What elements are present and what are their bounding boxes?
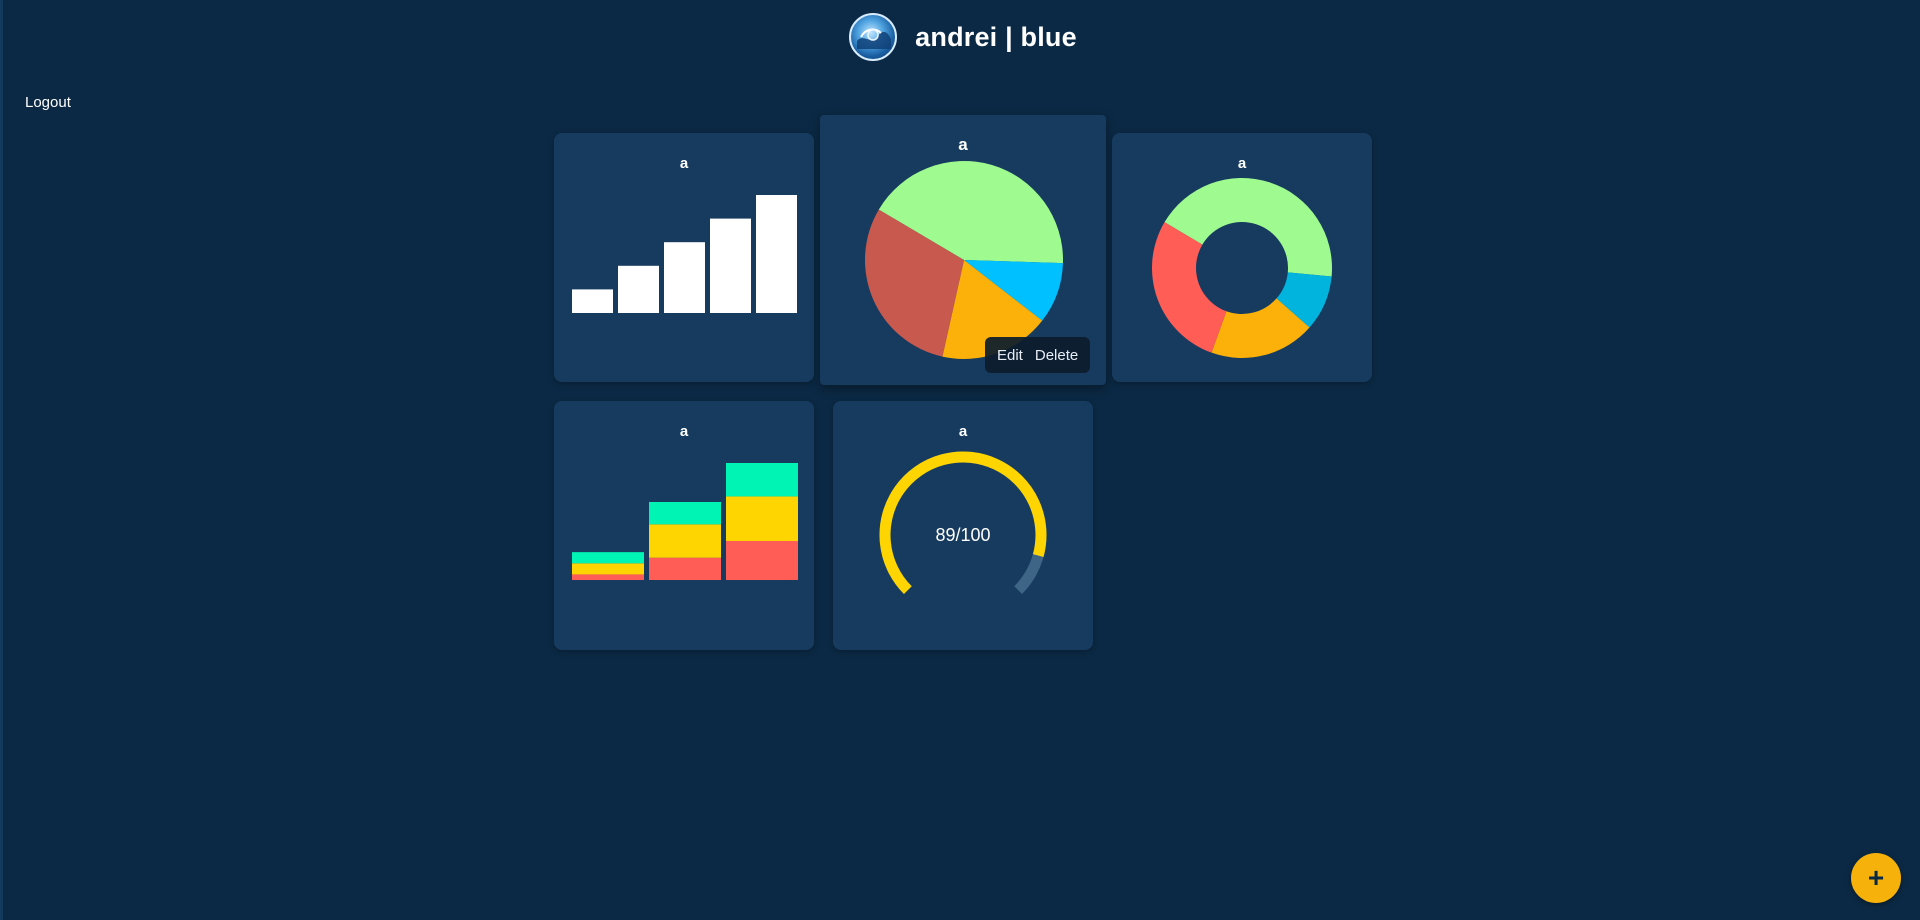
chart-card-donut[interactable]: a (1112, 133, 1372, 382)
gauge-value-arc (879, 451, 1047, 595)
chart-card-stacked-bar[interactable]: a (554, 401, 814, 650)
card-actions-menu: Edit Delete (985, 337, 1091, 373)
stacked-bar-1-segment-1 (572, 552, 644, 564)
stacked-bar-3-segment-2 (726, 496, 798, 541)
stacked-bar-2-segment-2 (649, 524, 721, 558)
stacked-bar-1-segment-2 (572, 563, 644, 575)
donut-slice-4 (1152, 222, 1227, 353)
bar-chart (572, 195, 797, 313)
header: andrei | blue (3, 12, 1920, 62)
chart-card-bar[interactable]: a (554, 133, 814, 382)
stacked-bar-3-segment-3 (726, 541, 798, 580)
chart-card-pie[interactable]: a Edit Delete (820, 115, 1106, 385)
delete-button[interactable]: Delete (1035, 347, 1078, 364)
gauge-value-label: 89/100 (935, 525, 991, 545)
bar-3 (664, 242, 705, 313)
wave-globe-logo (849, 13, 898, 61)
chart-card-gauge[interactable]: a 89/100 (833, 401, 1093, 650)
dashboard-page: andrei | blue Logout a a Edit Delete a a… (0, 0, 1920, 920)
add-widget-button[interactable]: + (1851, 853, 1901, 903)
edit-button[interactable]: Edit (997, 347, 1023, 364)
stacked-bar-2-segment-1 (649, 502, 721, 525)
stacked-bar-2-segment-3 (649, 557, 721, 580)
stacked-bar-3-segment-1 (726, 463, 798, 497)
bar-2 (618, 265, 659, 313)
stacked-bar-chart (572, 463, 798, 580)
bar-1 (572, 289, 613, 313)
donut-chart (1152, 177, 1332, 358)
site-title: andrei | blue (915, 21, 1077, 52)
bar-4 (710, 218, 751, 313)
logout-link[interactable]: Logout (25, 94, 71, 111)
bar-5 (756, 195, 797, 313)
stacked-bar-1-segment-3 (572, 574, 644, 580)
